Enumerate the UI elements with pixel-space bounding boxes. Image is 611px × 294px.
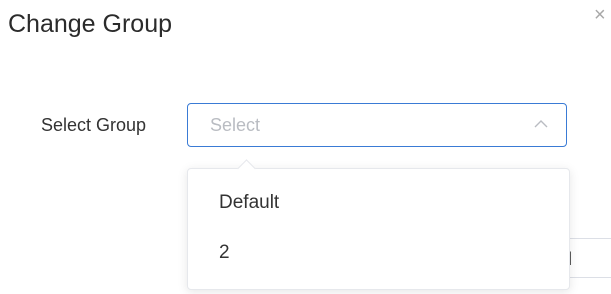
dropdown-option-2[interactable]: 2 xyxy=(188,227,569,279)
chevron-up-icon xyxy=(534,120,548,128)
select-group-label: Select Group xyxy=(41,115,147,135)
select-placeholder: Select xyxy=(210,115,261,135)
group-select[interactable]: Select xyxy=(187,103,567,147)
dialog-title: Change Group xyxy=(8,10,173,38)
close-icon[interactable]: × xyxy=(594,4,611,26)
change-group-dialog: Change Group × Select Group Select cel D… xyxy=(0,0,611,294)
dropdown-option-default[interactable]: Default xyxy=(188,177,569,229)
group-dropdown-menu: Default 2 xyxy=(187,168,570,290)
